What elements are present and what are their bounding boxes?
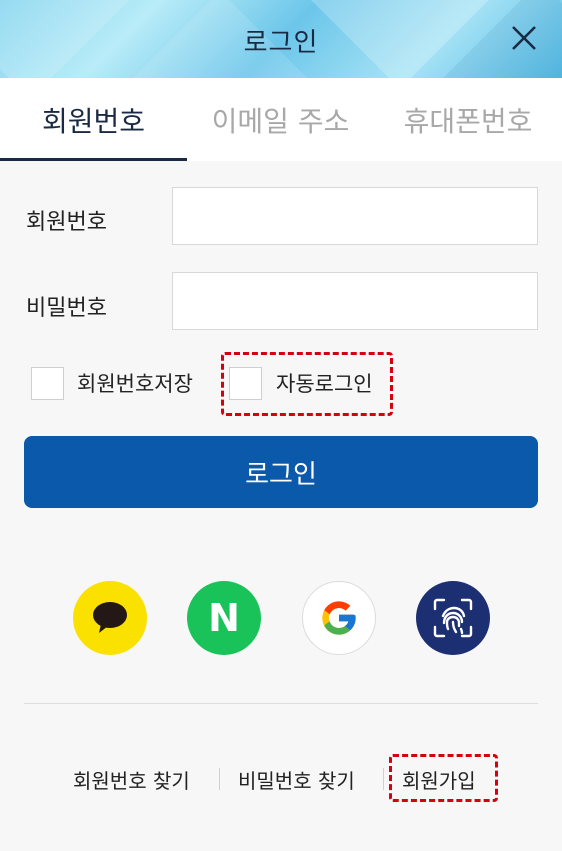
- tab-phone-number[interactable]: 휴대폰번호: [374, 78, 562, 161]
- member-number-input[interactable]: [172, 187, 538, 245]
- sign-up-highlight-frame: [389, 754, 498, 802]
- member-number-label: 회원번호: [26, 210, 107, 235]
- fingerprint-login-button[interactable]: [416, 581, 490, 655]
- kakao-login-button[interactable]: [73, 581, 147, 655]
- password-label: 비밀번호: [26, 296, 107, 321]
- close-button[interactable]: [508, 22, 540, 54]
- save-member-number-label: 회원번호저장: [77, 372, 193, 396]
- fingerprint-icon: [433, 598, 473, 638]
- kakao-speech-bubble-icon: [93, 602, 127, 633]
- save-member-number-option[interactable]: 회원번호저장: [31, 366, 193, 400]
- naver-login-button[interactable]: N: [187, 581, 261, 655]
- tab-member-number[interactable]: 회원번호: [0, 78, 187, 161]
- header-bar: 로그인: [0, 0, 562, 78]
- login-button[interactable]: 로그인: [24, 436, 538, 508]
- page-title: 로그인: [243, 28, 319, 58]
- find-member-number-link[interactable]: 회원번호 찾기: [73, 765, 190, 794]
- login-method-tabs: 회원번호 이메일 주소 휴대폰번호: [0, 78, 562, 161]
- naver-n-icon: N: [208, 596, 240, 640]
- tab-email-address[interactable]: 이메일 주소: [187, 78, 374, 161]
- section-divider: [24, 703, 538, 704]
- footer-separator: [383, 768, 384, 790]
- find-password-link[interactable]: 비밀번호 찾기: [238, 765, 355, 794]
- close-icon: [512, 26, 536, 50]
- google-login-button[interactable]: [302, 581, 376, 655]
- google-g-icon: [322, 601, 356, 635]
- footer-separator: [219, 768, 220, 790]
- auto-login-highlight-frame: [221, 352, 393, 416]
- password-input[interactable]: [172, 272, 538, 330]
- save-member-number-checkbox[interactable]: [31, 366, 64, 400]
